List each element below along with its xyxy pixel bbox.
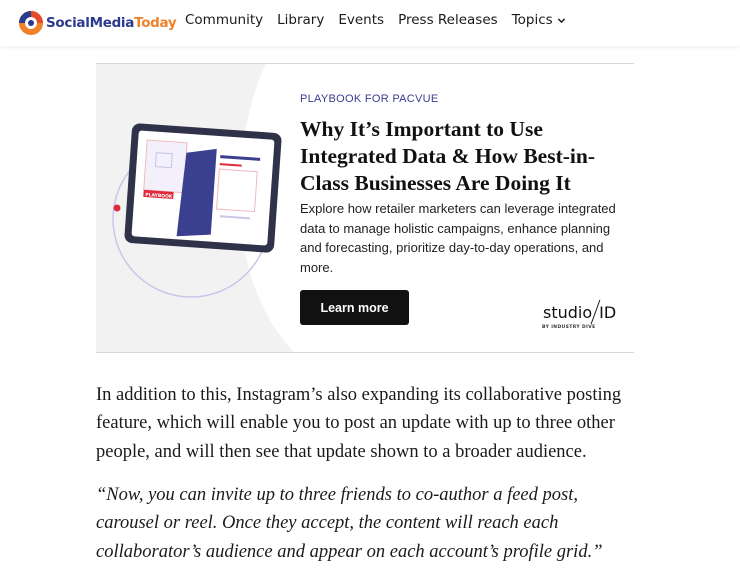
logo-wordmark: SocialMediaToday [46, 15, 177, 31]
ad-description: Explore how retailer marketers can lever… [300, 201, 616, 275]
nav-library[interactable]: Library [277, 12, 324, 28]
brand-subline: BY INDUSTRY DIVE [542, 325, 596, 330]
logo-icon [19, 11, 43, 35]
nav-press-releases[interactable]: Press Releases [398, 12, 498, 28]
chevron-down-icon [557, 17, 565, 23]
brand-left: studio [543, 303, 593, 322]
nav-events[interactable]: Events [338, 12, 384, 28]
article-quote: “Now, you can invite up to three friends… [96, 485, 603, 562]
learn-more-button[interactable]: Learn more [300, 290, 409, 325]
sponsored-ad: PLAYBOOK PLAYBOOK FOR PACVUE Why It’s Im… [96, 63, 634, 353]
article-paragraph: In addition to this, Instagram’s also ex… [96, 385, 622, 462]
studio-id-logo: studio ID [543, 300, 616, 324]
nav-topics[interactable]: Topics [512, 12, 566, 28]
site-logo[interactable]: SocialMediaToday [18, 10, 177, 36]
site-header: SocialMediaToday Community Library Event… [0, 0, 740, 46]
nav-topics-label: Topics [511, 12, 553, 28]
ad-kicker: PLAYBOOK FOR PACVUE [300, 93, 439, 105]
main-nav: Community Library Events Press Releases … [185, 12, 580, 28]
ad-title[interactable]: Why It’s Important to Use Integrated Dat… [300, 116, 620, 197]
nav-community[interactable]: Community [185, 12, 263, 28]
brand-right: ID [599, 303, 617, 322]
